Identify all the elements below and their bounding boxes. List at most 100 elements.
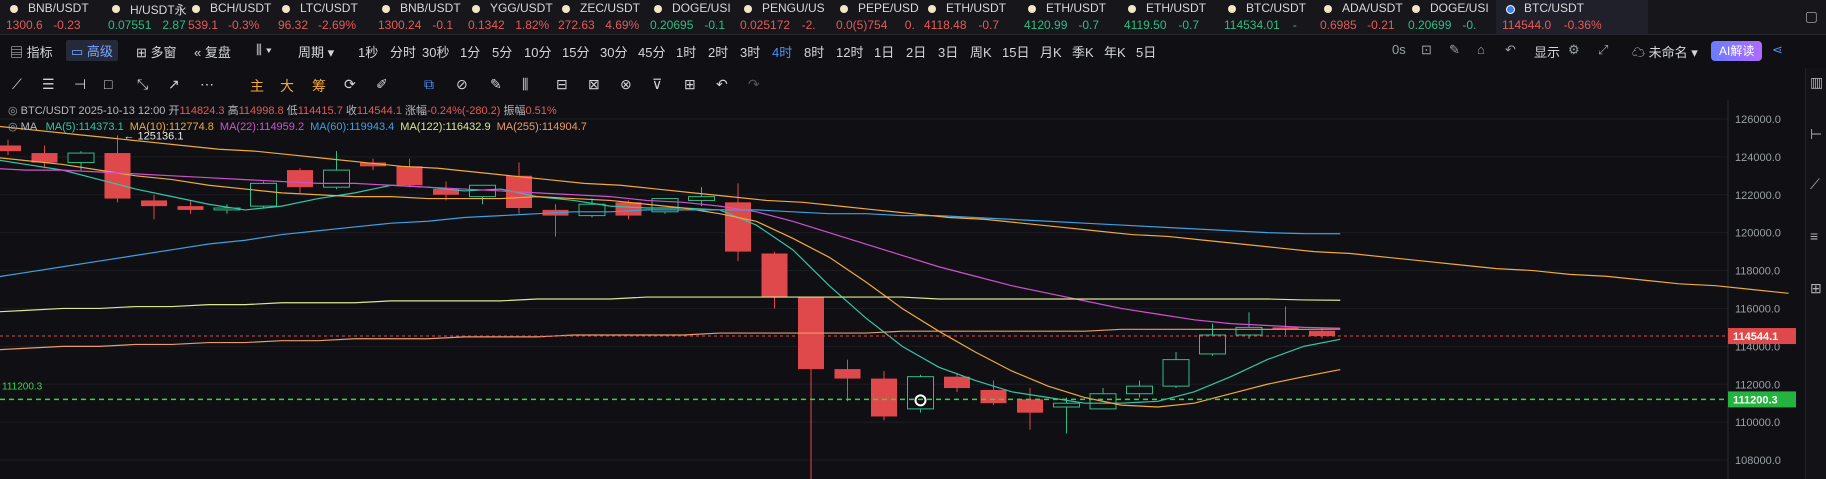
candle-body — [980, 389, 1007, 404]
sidebar-trend-icon[interactable]: ⟋ — [1810, 176, 1820, 193]
symbol-tab[interactable]: BCH/USDT 539.1 -0.3% — [182, 0, 272, 34]
eraser-icon[interactable]: ✐ — [376, 76, 388, 93]
display-button[interactable]: 显示 — [1534, 42, 1560, 61]
replay-button[interactable]: « 复盘 — [194, 42, 231, 61]
period-option[interactable]: 4时 — [772, 42, 792, 61]
period-option[interactable]: 8时 — [804, 42, 824, 61]
candle-body — [287, 170, 313, 188]
symbol-tab[interactable]: H/USDT永 0.07551 2.87 — [102, 0, 187, 34]
period-option[interactable]: 15分 — [562, 42, 589, 61]
ray-tool-icon[interactable]: ⊣ — [74, 76, 86, 93]
advanced-button[interactable]: ▭ 高级 — [66, 40, 118, 61]
sidebar-ruler-icon[interactable]: ⊢ — [1810, 126, 1822, 143]
symbol-tab[interactable]: PEPE/USD 0.0(5)754 0. — [830, 0, 919, 34]
tab-symbol: H/USDT永 — [130, 3, 187, 17]
pattern-icon[interactable]: ⟳ — [344, 76, 356, 93]
main-chart-toggle[interactable]: 主 — [250, 76, 264, 96]
period-option[interactable]: 3时 — [740, 42, 760, 61]
period-option[interactable]: 30分 — [600, 42, 627, 61]
link-icon[interactable]: ⊗ — [620, 76, 632, 93]
share-icon[interactable]: ⋖ — [1772, 42, 1783, 58]
period-option[interactable]: 5日 — [1136, 42, 1156, 61]
window-restore-icon[interactable]: ▢ — [1805, 8, 1818, 25]
sidebar-tool-icon[interactable]: ▥ — [1810, 74, 1823, 91]
period-option[interactable]: 1分 — [460, 42, 480, 61]
period-option[interactable]: 30秒 — [422, 42, 449, 61]
symbol-tab[interactable]: BTC/USDT 114544.0 -0.36% — [1496, 0, 1648, 34]
undo-drawing-icon[interactable]: ↶ — [716, 76, 728, 93]
pen-icon[interactable]: ✎ — [490, 76, 502, 93]
period-option[interactable]: 分时 — [390, 42, 416, 61]
sidebar-grid-icon[interactable]: ⊞ — [1810, 280, 1822, 297]
more-tools-icon[interactable]: ⋯ — [200, 76, 214, 93]
line-tool-icon[interactable]: ⟋ — [12, 76, 22, 93]
trash-icon[interactable]: ⊞ — [684, 76, 696, 93]
layout-dropdown[interactable]: ☁ 未命名 ▾ — [1632, 42, 1698, 61]
period-option[interactable]: 45分 — [638, 42, 665, 61]
tab-change: 1.82% — [515, 18, 550, 32]
period-option[interactable]: 1日 — [874, 42, 894, 61]
filter-icon[interactable]: ⊽ — [652, 76, 662, 93]
coin-icon — [1128, 5, 1136, 13]
symbol-tab[interactable]: ADA/USDT 0.6985 -0.21 — [1314, 0, 1403, 34]
settings-icon[interactable]: ⚙ — [1568, 42, 1580, 58]
period-option[interactable]: 季K — [1072, 42, 1094, 61]
period-option[interactable]: 1时 — [676, 42, 696, 61]
rect-tool-icon[interactable]: □ — [104, 76, 112, 92]
period-option[interactable]: 月K — [1040, 42, 1062, 61]
period-option[interactable]: 2日 — [906, 42, 926, 61]
symbol-tab[interactable]: PENGU/US 0.025172 -2. — [734, 0, 830, 34]
symbol-tab[interactable]: ZEC/USDT 272.63 4.69% — [552, 0, 644, 34]
symbol-tab[interactable]: ETH/USDT 4119.50 -0.7 — [1118, 0, 1218, 34]
period-option[interactable]: 年K — [1104, 42, 1126, 61]
big-order-toggle[interactable]: 大 — [280, 76, 294, 96]
brush-tool-icon[interactable]: ⤡ — [137, 76, 148, 93]
symbol-tab[interactable]: ETH/USDT 4118.48 -0.7 — [918, 0, 1018, 34]
multi-window-button[interactable]: ⊞ 多窗 — [136, 42, 177, 61]
fullscreen-icon[interactable]: ⤢ — [1598, 42, 1608, 58]
lock-icon[interactable]: ⊟ — [556, 76, 568, 93]
redo-drawing-icon[interactable]: ↷ — [748, 76, 760, 93]
period-dropdown[interactable]: 周期 ▾ — [298, 42, 334, 61]
period-option[interactable]: 5分 — [492, 42, 512, 61]
chip-toggle[interactable]: 筹 — [312, 76, 326, 96]
period-option[interactable]: 2时 — [708, 42, 728, 61]
ledger-icon[interactable]: ⊠ — [588, 76, 600, 93]
hline-tool-icon[interactable]: ☰ — [42, 76, 55, 93]
period-option[interactable]: 15日 — [1002, 42, 1029, 61]
period-option[interactable]: 10分 — [524, 42, 551, 61]
symbol-tab[interactable]: ETH/USDT 4120.99 -0.7 — [1018, 0, 1118, 34]
note-icon[interactable]: ⌂ — [1477, 42, 1485, 57]
y-tick-label: 118000.0 — [1735, 266, 1780, 278]
symbol-tab[interactable]: BTC/USDT 114534.01- — [1218, 0, 1314, 34]
period-option[interactable]: 12时 — [836, 42, 863, 61]
symbol-tab[interactable]: BNB/USDT 1300.6 -0.23 — [0, 0, 102, 34]
magnet-icon[interactable]: ⧉ — [424, 76, 434, 93]
ruler-icon[interactable]: ⊘ — [456, 76, 468, 93]
symbol-tab[interactable]: DOGE/USI 0.20699 -0. — [1402, 0, 1496, 34]
chart-type-button[interactable]: ⫼ ▾ — [256, 42, 272, 58]
legend-amp: 0.51% — [525, 105, 557, 117]
camera-icon[interactable]: ⊡ — [1421, 42, 1432, 58]
period-option[interactable]: 周K — [970, 42, 992, 61]
ai-read-button[interactable]: AI解读 — [1711, 41, 1763, 61]
ma-line — [0, 125, 1789, 294]
symbol-tab[interactable]: DOGE/USI 0.20695 -0.1 — [644, 0, 734, 34]
arrow-tool-icon[interactable]: ↗ — [168, 76, 180, 93]
symbol-tab[interactable]: BNB/USDT 1300.24 -0.1 — [372, 0, 462, 34]
tab-price: 96.32 — [278, 18, 309, 32]
price-chart[interactable]: 108000.0110000.0112000.0114000.0116000.0… — [0, 100, 1805, 479]
indicator-visibility-icon[interactable]: ◎ — [8, 121, 18, 133]
sidebar-layers-icon[interactable]: ≡ — [1810, 228, 1818, 244]
period-option[interactable]: 1秒 — [358, 42, 378, 61]
indicator-button[interactable]: ▤ 指标 — [10, 42, 53, 61]
symbol-tab[interactable]: LTC/USDT 96.32 -2.69% — [272, 0, 372, 34]
tab-price: 0.0(5)754 — [836, 18, 888, 32]
undo-icon[interactable]: ↶ — [1505, 42, 1516, 58]
tab-price: 0.1342 — [468, 18, 505, 32]
period-option[interactable]: 3日 — [938, 42, 958, 61]
edit-icon[interactable]: ✎ — [1449, 42, 1460, 58]
candles-icon[interactable]: ⫼ — [522, 76, 528, 93]
tab-symbol: ETH/USDT — [1146, 1, 1206, 15]
symbol-tab[interactable]: YGG/USDT 0.1342 1.82% — [462, 0, 553, 34]
